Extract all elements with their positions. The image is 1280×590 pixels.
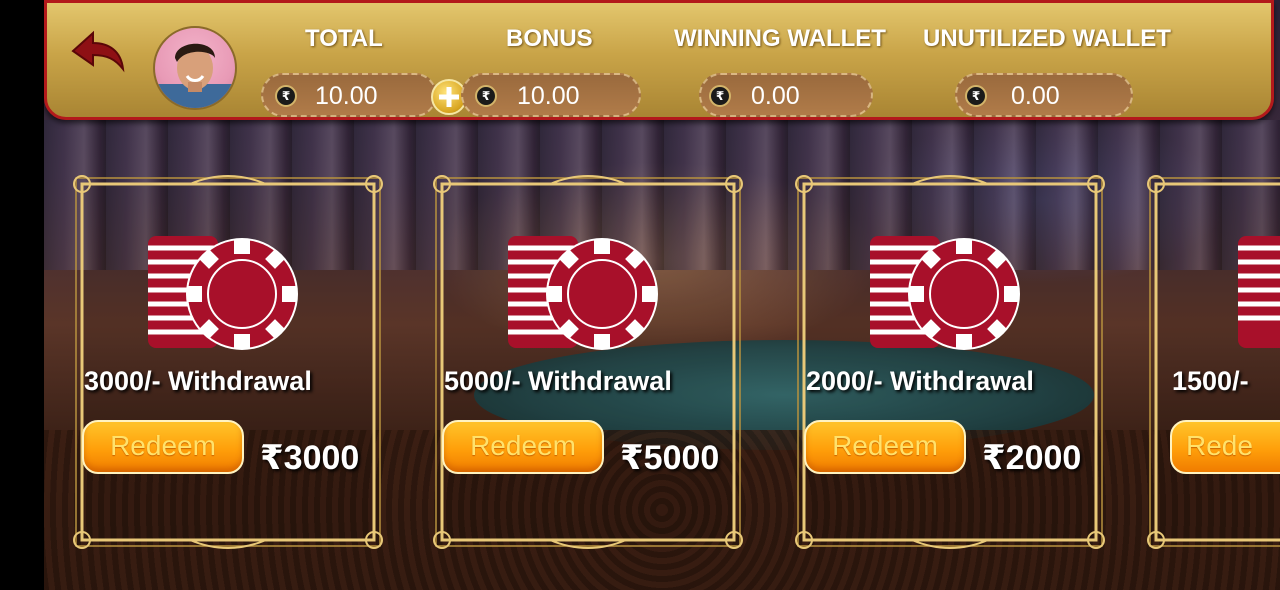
redeem-button[interactable]: Redeem — [82, 420, 244, 474]
wallet-amount-bonus: 10.00 — [517, 82, 580, 110]
rupee-coin-icon: ₹ — [475, 85, 497, 107]
redeem-card: 3000/- Withdrawal Redeem ₹3000 — [72, 168, 384, 556]
poker-chips-icon — [1238, 236, 1280, 348]
wallet-title-winning: WINNING WALLET — [674, 25, 886, 52]
wallet-title-total: TOTAL — [305, 25, 383, 52]
wallet-pill-unutilized: ₹ 0.00 — [955, 73, 1133, 117]
wallet-header: TOTAL ₹ 10.00 BONUS ₹ 10.00 WINNING WALL… — [44, 0, 1274, 120]
redeem-card-partial: 1500/- Rede — [1146, 168, 1280, 556]
redeem-card: 2000/- Withdrawal Redeem ₹2000 — [794, 168, 1106, 556]
wallet-title-bonus: BONUS — [506, 25, 593, 52]
wallet-amount-winning: 0.00 — [751, 82, 800, 110]
wallet-title-unutilized: UNUTILIZED WALLET — [923, 25, 1171, 52]
rupee-coin-icon: ₹ — [965, 85, 987, 107]
wallet-pill-winning: ₹ 0.00 — [699, 73, 873, 117]
poker-chips-icon — [508, 236, 658, 350]
back-arrow-icon[interactable] — [67, 25, 127, 77]
offer-title: 3000/- Withdrawal — [84, 366, 312, 396]
user-avatar[interactable] — [153, 26, 237, 110]
rupee-coin-icon: ₹ — [275, 85, 297, 107]
redeem-button[interactable]: Redeem — [442, 420, 604, 474]
redeem-button[interactable]: Redeem — [804, 420, 966, 474]
redeem-button[interactable]: Rede — [1170, 420, 1280, 474]
redeem-card: 5000/- Withdrawal Redeem ₹5000 — [432, 168, 744, 556]
offer-price: ₹2000 — [982, 439, 1082, 477]
poker-chips-icon — [148, 236, 298, 350]
avatar-face-icon — [155, 43, 235, 108]
offer-price: ₹5000 — [620, 439, 720, 477]
offer-title: 1500/- — [1172, 366, 1249, 396]
wallet-pill-bonus: ₹ 10.00 — [461, 73, 641, 117]
wallet-pill-total: ₹ 10.00 — [261, 73, 437, 117]
offer-title: 5000/- Withdrawal — [444, 366, 672, 396]
wallet-amount-total: 10.00 — [315, 82, 378, 110]
rupee-coin-icon: ₹ — [709, 85, 731, 107]
poker-chips-icon — [870, 236, 1020, 350]
offer-price: ₹3000 — [260, 439, 360, 477]
offer-title: 2000/- Withdrawal — [806, 366, 1034, 396]
wallet-amount-unutilized: 0.00 — [1011, 82, 1060, 110]
